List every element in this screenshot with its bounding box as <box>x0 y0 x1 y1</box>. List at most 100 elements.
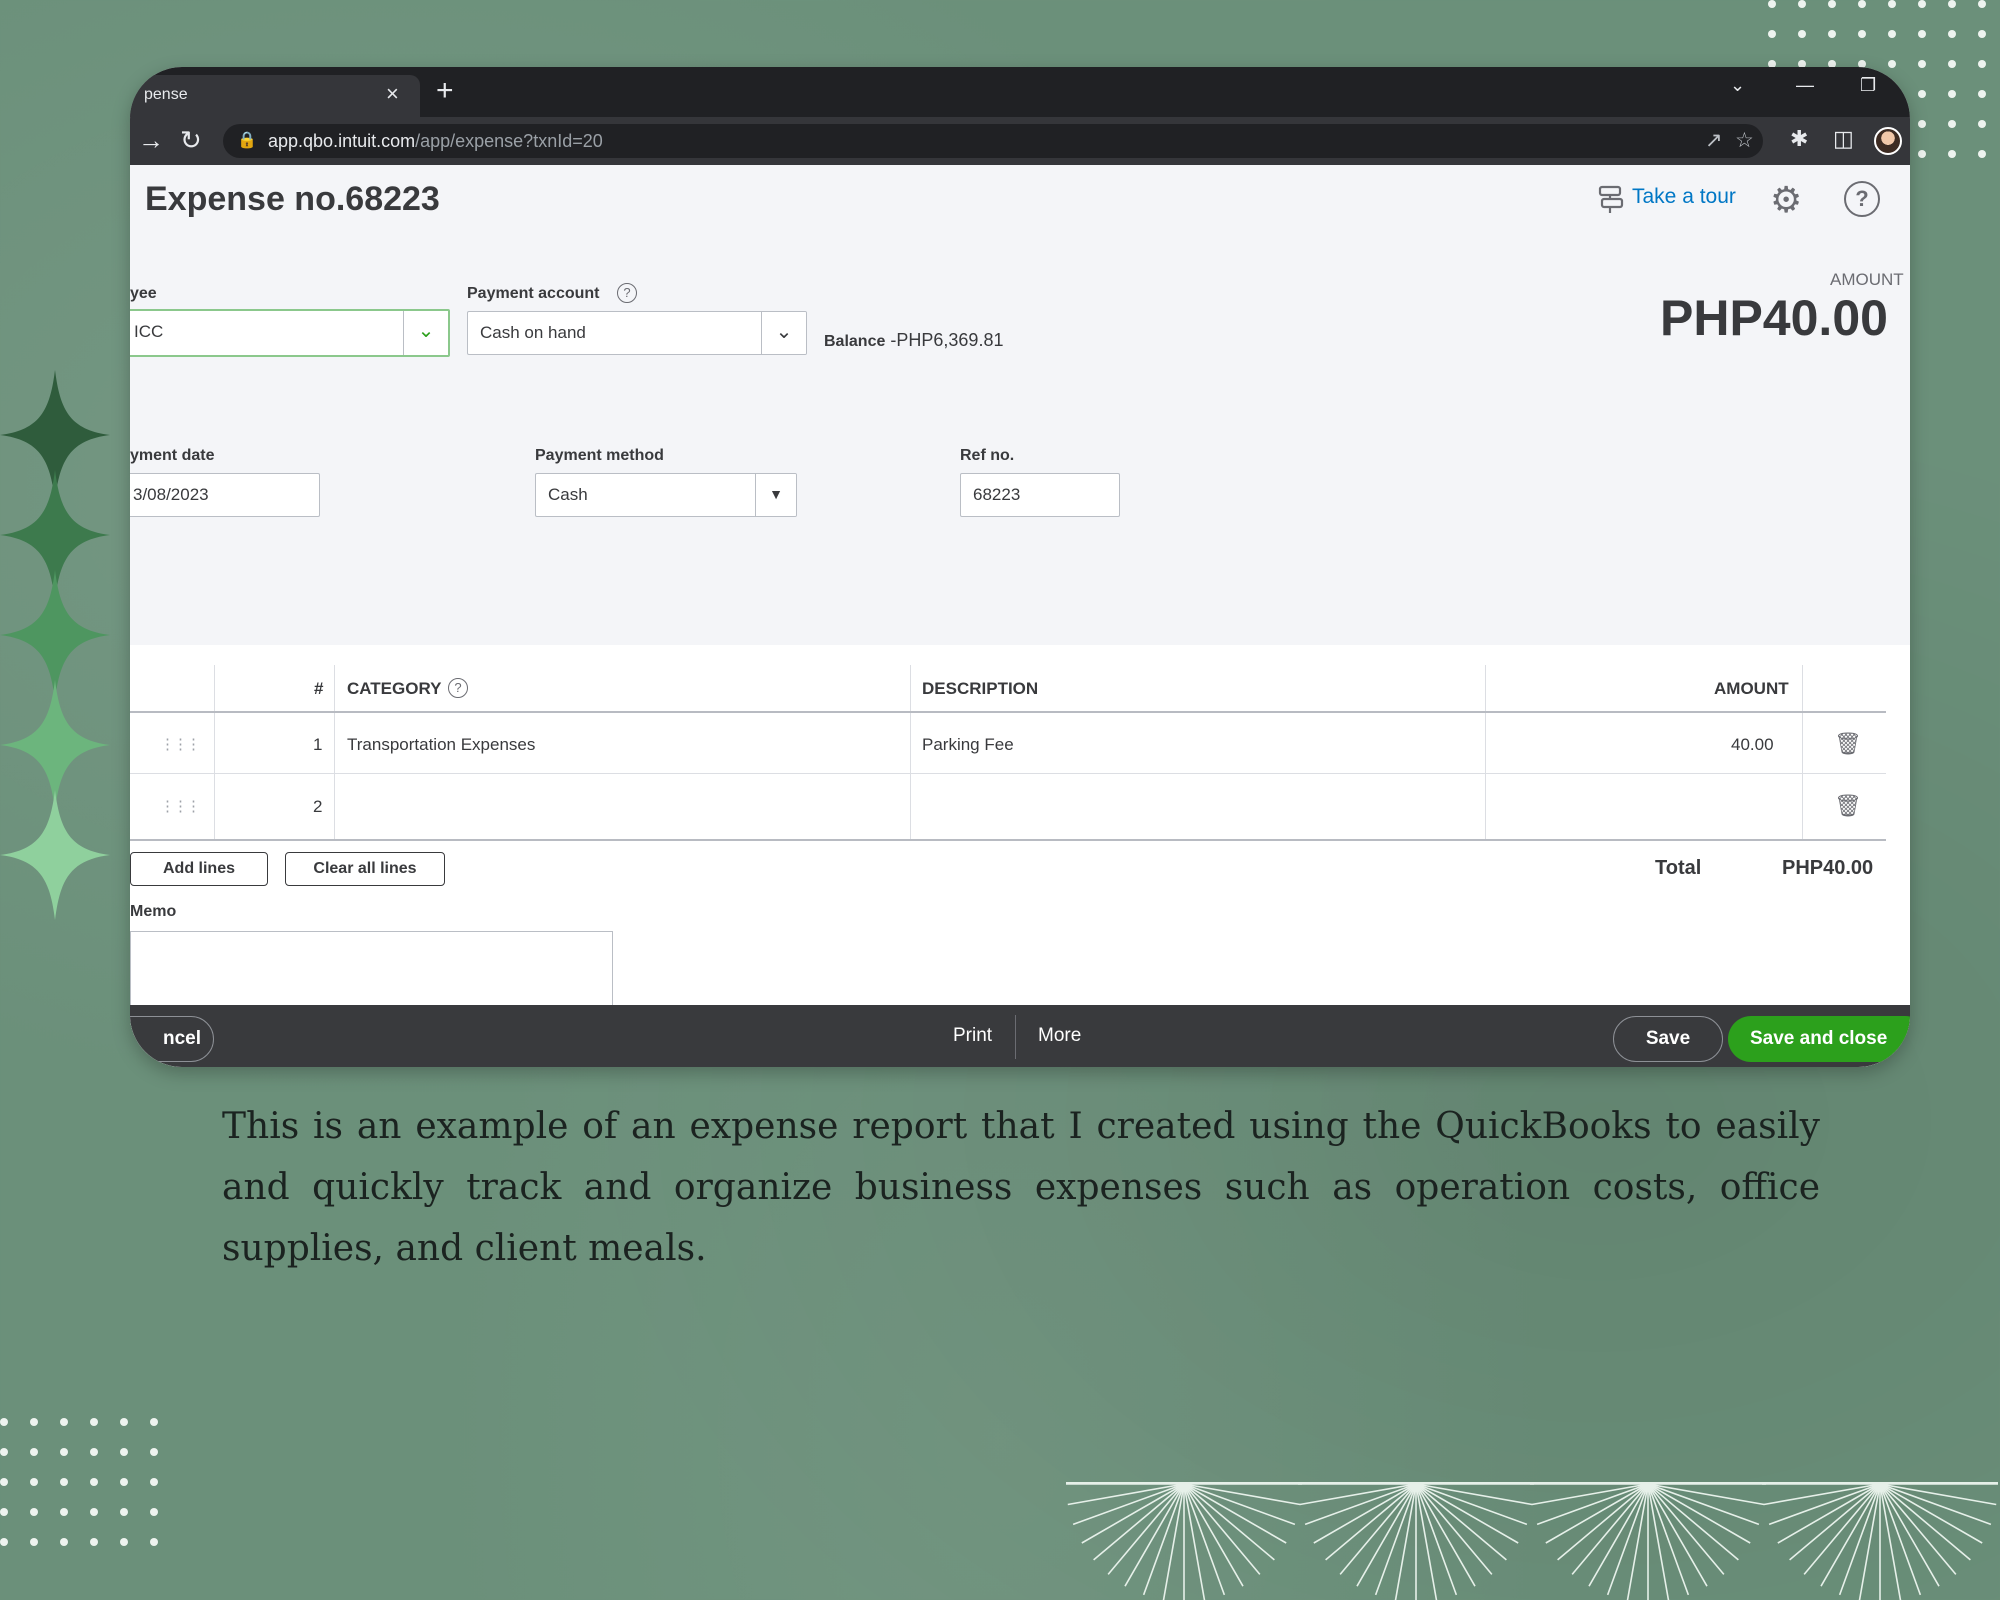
decorative-dot <box>60 1508 68 1516</box>
decorative-dot <box>1798 0 1806 8</box>
ref-no-value: 68223 <box>973 485 1021 504</box>
drag-handle-icon[interactable]: ⋮⋮⋮ <box>160 735 201 753</box>
payment-method-value: Cash <box>548 485 588 504</box>
payee-label: yee <box>130 285 157 302</box>
help-icon[interactable]: ? <box>1844 181 1880 217</box>
save-button[interactable]: Save <box>1613 1016 1723 1062</box>
expense-page: Expense no.68223 Take a tour ⚙ ? yee ICC… <box>130 165 1910 1067</box>
tab-search-chevron-icon[interactable]: ⌄ <box>1730 75 1745 96</box>
payment-date-field[interactable]: 3/08/2023 <box>130 473 320 517</box>
url-text: app.qbo.intuit.com/app/expense?txnId=20 <box>268 131 603 152</box>
decorative-dot <box>0 1418 8 1426</box>
decorative-dot <box>120 1508 128 1516</box>
save-and-close-button[interactable]: Save and close <box>1728 1016 1910 1062</box>
take-a-tour-link[interactable]: Take a tour <box>1632 185 1736 209</box>
caret-down-icon[interactable]: ▼ <box>755 474 796 516</box>
profile-avatar[interactable] <box>1874 127 1902 155</box>
minimize-icon[interactable]: — <box>1796 75 1814 96</box>
decorative-dot <box>150 1508 158 1516</box>
row-number: 2 <box>313 797 323 816</box>
decorative-dot <box>1768 0 1776 8</box>
decorative-dot <box>1828 30 1836 38</box>
payment-account-label: Payment account <box>467 285 600 302</box>
sparkle-star <box>0 790 110 920</box>
decorative-dot <box>90 1418 98 1426</box>
more-button[interactable]: More <box>1038 1025 1081 1047</box>
balance-display: Balance -PHP6,369.81 <box>824 330 1003 351</box>
bookmark-star-icon[interactable]: ☆ <box>1735 128 1754 153</box>
decorative-dot <box>150 1478 158 1486</box>
column-header-category: CATEGORY <box>347 679 442 698</box>
payment-date-value: 3/08/2023 <box>133 485 209 504</box>
decorative-dot <box>1948 90 1956 98</box>
amount-label: AMOUNT <box>1830 270 1904 289</box>
url-field[interactable]: 🔒 app.qbo.intuit.com/app/expense?txnId=2… <box>223 124 1763 158</box>
row-description[interactable]: Parking Fee <box>922 735 1014 755</box>
column-header-description: DESCRIPTION <box>922 679 1039 698</box>
drag-handle-icon[interactable]: ⋮⋮⋮ <box>160 797 201 815</box>
decorative-dot <box>90 1508 98 1516</box>
decorative-dot <box>1798 30 1806 38</box>
decorative-dot <box>1948 0 1956 8</box>
decorative-dot <box>60 1448 68 1456</box>
signpost-icon[interactable] <box>1595 183 1627 215</box>
decorative-dot <box>30 1418 38 1426</box>
gear-icon[interactable]: ⚙ <box>1770 179 1802 221</box>
chevron-down-icon[interactable]: ⌄ <box>761 312 806 354</box>
payment-date-label: yment date <box>130 447 215 464</box>
memo-label: Memo <box>130 903 177 920</box>
restore-icon[interactable]: ❐ <box>1860 75 1876 96</box>
row-category[interactable]: Transportation Expenses <box>347 735 535 755</box>
payment-method-select[interactable]: Cash ▼ <box>535 473 797 517</box>
ref-no-label: Ref no. <box>960 447 1015 464</box>
decorative-stars <box>0 370 110 920</box>
page-title: Expense no.68223 <box>145 180 440 218</box>
trash-icon[interactable]: 🗑 <box>1834 731 1862 757</box>
decorative-dot <box>1888 30 1896 38</box>
row-amount[interactable]: 40.00 <box>1731 735 1774 755</box>
reload-icon[interactable]: ↻ <box>180 125 202 156</box>
print-button[interactable]: Print <box>953 1025 992 1047</box>
clear-all-lines-button[interactable]: Clear all lines <box>285 852 445 886</box>
url-path: /app/expense?txnId=20 <box>415 131 603 151</box>
decorative-dot <box>1888 0 1896 8</box>
decorative-dot <box>1948 30 1956 38</box>
payment-account-value: Cash on hand <box>480 323 586 342</box>
url-host: app.qbo.intuit.com <box>268 131 416 151</box>
decorative-dot <box>1858 0 1866 8</box>
browser-tab-bar: pense × + ⌄ — ❐ <box>130 67 1910 117</box>
decorative-dot <box>150 1538 158 1546</box>
forward-arrow-icon[interactable]: → <box>138 125 164 156</box>
decorative-dot <box>60 1538 68 1546</box>
side-panel-icon[interactable]: ◫ <box>1833 126 1854 152</box>
total-value: PHP40.00 <box>1782 857 1874 879</box>
share-icon[interactable]: ↗ <box>1705 128 1723 153</box>
decorative-dot <box>150 1448 158 1456</box>
browser-tab[interactable]: pense × <box>130 75 420 117</box>
help-icon[interactable]: ? <box>617 283 637 303</box>
amount-total: PHP40.00 <box>1660 290 1888 346</box>
payee-select[interactable]: ICC ⌄ <box>130 309 450 357</box>
decorative-dot <box>1858 30 1866 38</box>
decorative-dot <box>0 1478 8 1486</box>
extensions-puzzle-icon[interactable]: ✱ <box>1790 126 1808 152</box>
tab-close-icon[interactable]: × <box>386 81 399 107</box>
column-header-number: # <box>314 679 324 698</box>
decorative-dot <box>120 1538 128 1546</box>
decorative-dot <box>1978 150 1986 158</box>
help-icon[interactable]: ? <box>448 678 468 698</box>
payment-method-label: Payment method <box>535 447 664 464</box>
add-lines-button[interactable]: Add lines <box>130 852 268 886</box>
footer-divider <box>1015 1015 1016 1059</box>
cancel-button[interactable]: ncel <box>130 1016 214 1062</box>
decorative-dot-grid-bottom-left <box>0 1418 180 1568</box>
ref-no-field[interactable]: 68223 <box>960 473 1120 517</box>
action-footer: ncel Print More Save Save and close <box>130 1005 1910 1067</box>
chevron-down-icon[interactable]: ⌄ <box>403 311 448 355</box>
new-tab-icon[interactable]: + <box>436 74 454 108</box>
decorative-dot <box>0 1448 8 1456</box>
tab-title: pense <box>144 86 188 103</box>
trash-icon[interactable]: 🗑 <box>1834 793 1862 819</box>
decorative-dot <box>1918 30 1926 38</box>
payment-account-select[interactable]: Cash on hand ⌄ <box>467 311 807 355</box>
